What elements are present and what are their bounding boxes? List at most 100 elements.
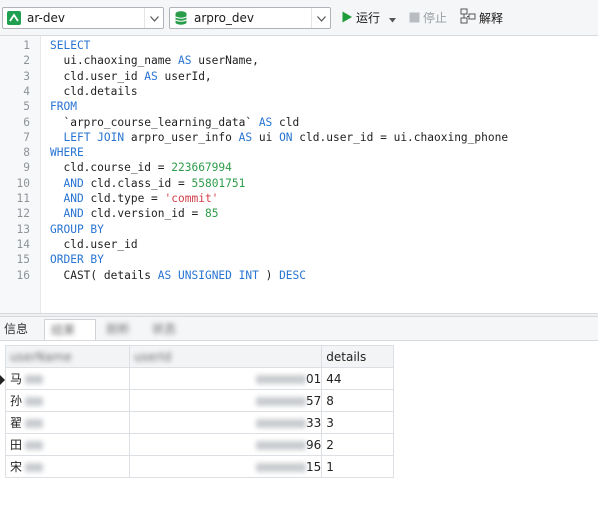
code-text[interactable]: AND cld.type = 'commit' [50, 191, 218, 206]
code-text[interactable]: AND cld.class_id = 55801751 [50, 176, 245, 191]
cell-username[interactable]: 马 [5, 367, 130, 390]
code-line[interactable]: 6 `arpro_course_learning_data` AS cld [0, 115, 598, 130]
cell-username[interactable]: 翟 [5, 411, 130, 434]
code-line[interactable]: 2 ui.chaoxing_name AS userName, [0, 53, 598, 68]
code-line[interactable]: 12 AND cld.version_id = 85 [0, 206, 598, 221]
code-text[interactable]: `arpro_course_learning_data` AS cld [50, 115, 299, 130]
line-number: 10 [16, 176, 30, 190]
table-row[interactable]: 孙 57 8 [5, 389, 395, 412]
cell-details[interactable]: 2 [321, 433, 395, 456]
table-row[interactable]: 宋 15 1 [5, 455, 395, 478]
line-number: 2 [23, 54, 30, 68]
code-text[interactable]: cld.user_id [50, 237, 138, 252]
code-text[interactable]: AND cld.version_id = 85 [50, 206, 218, 221]
code-line[interactable]: 7 LEFT JOIN arpro_user_info AS ui ON cld… [0, 130, 598, 145]
database-name: arpro_dev [194, 11, 255, 25]
line-number: 14 [16, 237, 30, 251]
sql-token: cld.type = [83, 192, 165, 205]
connection-select[interactable]: ar-dev [2, 7, 164, 29]
sql-keyword: AS [258, 115, 273, 129]
code-text[interactable]: ui.chaoxing_name AS userName, [50, 53, 259, 68]
redacted-text [25, 375, 44, 384]
code-text[interactable]: cld.course_id = 223667994 [50, 160, 231, 175]
code-text[interactable]: LEFT JOIN arpro_user_info AS ui ON cld.u… [50, 130, 508, 145]
cell-details[interactable]: 1 [321, 455, 395, 478]
cell-userid[interactable]: 01 [128, 367, 323, 390]
table-row[interactable]: 马 01 44 [5, 367, 395, 390]
sql-token: cld.user_id [50, 237, 138, 251]
result-tabbar: 信息 结果 剖析 状态 [0, 317, 598, 341]
line-number: 3 [23, 69, 30, 83]
database-select[interactable]: arpro_dev [169, 7, 331, 29]
cell-details[interactable]: 3 [321, 411, 395, 434]
cell-userid[interactable]: 15 [128, 455, 323, 478]
code-line[interactable]: 10 AND cld.class_id = 55801751 [0, 176, 598, 191]
cell-username[interactable]: 宋 [5, 455, 130, 478]
code-line[interactable]: 4 cld.details [0, 84, 598, 99]
code-line[interactable]: 16 CAST( details AS UNSIGNED INT ) DESC [0, 268, 598, 283]
code-line[interactable]: 5 FROM [0, 99, 598, 114]
code-line[interactable]: 1 SELECT [0, 38, 598, 53]
tab-status[interactable]: 状态 [146, 319, 188, 340]
tab-result[interactable]: 结果 [44, 319, 96, 340]
cell-username[interactable]: 田 [5, 433, 130, 456]
tab-profile[interactable]: 剖析 [100, 319, 142, 340]
line-number: 13 [16, 222, 30, 236]
code-text[interactable]: cld.user_id AS userId, [50, 69, 211, 84]
table-row[interactable]: 田 96 2 [5, 433, 395, 456]
code-text[interactable]: SELECT [50, 38, 90, 53]
code-text[interactable]: cld.details [50, 84, 137, 99]
code-line[interactable]: 15 ORDER BY [0, 252, 598, 267]
column-header-details[interactable]: details [321, 345, 395, 368]
stop-button[interactable]: 停止 [409, 8, 447, 28]
code-line[interactable]: 14 cld.user_id [0, 237, 598, 252]
sql-token: cld.user_id = ui.chaoxing_phone [292, 130, 509, 144]
header-row: userName userId details [5, 345, 395, 368]
explain-label: 解释 [479, 11, 504, 26]
sql-token: ) [258, 268, 280, 282]
cell-details[interactable]: 44 [321, 367, 395, 390]
redacted-text [25, 397, 44, 406]
code-text[interactable]: CAST( details AS UNSIGNED INT ) DESC [50, 268, 306, 283]
explain-button[interactable]: 解释 [460, 8, 503, 28]
redacted-text [256, 440, 306, 450]
code-line[interactable]: 9 cld.course_id = 223667994 [0, 160, 598, 175]
sql-token: cld.user_id [50, 69, 145, 83]
line-number: 7 [23, 130, 30, 144]
column-header-username[interactable]: userName [5, 345, 130, 368]
tab-info[interactable]: 信息 [0, 319, 48, 340]
run-dropdown-icon[interactable] [388, 9, 396, 29]
code-text[interactable]: GROUP BY [50, 222, 104, 237]
sql-token: `arpro_course_learning_data` [50, 115, 259, 129]
sql-token: userName, [191, 54, 259, 68]
code-line[interactable]: 11 AND cld.type = 'commit' [0, 191, 598, 206]
code-text[interactable]: ORDER BY [50, 252, 104, 267]
run-button[interactable]: 运行 [341, 8, 399, 28]
redacted-text [256, 374, 306, 384]
code-text[interactable]: WHERE [50, 145, 84, 160]
cell-userid[interactable]: 96 [128, 433, 323, 456]
cell-details[interactable]: 8 [321, 389, 395, 412]
cell-userid[interactable]: 33 [128, 411, 323, 434]
line-number: 8 [23, 146, 30, 160]
line-number: 1 [23, 39, 30, 52]
run-label: 运行 [356, 11, 381, 25]
code-text[interactable]: FROM [50, 99, 77, 114]
code-line[interactable]: 13 GROUP BY [0, 222, 598, 237]
sql-keyword: ORDER BY [50, 253, 104, 267]
code-line[interactable]: 8 WHERE [0, 145, 598, 160]
sql-keyword: AND [63, 192, 84, 205]
cell-userid[interactable]: 57 [128, 389, 323, 412]
code-line[interactable]: 3 cld.user_id AS userId, [0, 69, 598, 84]
result-grid[interactable]: userName userId details 马 01 44 孙 57 8 翟 33 3 田 96… [0, 345, 598, 523]
chevron-down-icon[interactable] [144, 8, 163, 28]
redacted-text [25, 419, 44, 428]
sql-editor[interactable]: 1 SELECT 2 ui.chaoxing_name AS userName, 3 … [0, 36, 598, 313]
cell-username[interactable]: 孙 [5, 389, 130, 412]
table-row[interactable]: 翟 33 3 [5, 411, 395, 434]
chevron-down-icon[interactable] [311, 8, 330, 28]
column-header-userid[interactable]: userId [128, 345, 323, 368]
sql-keyword: AS [157, 268, 172, 282]
